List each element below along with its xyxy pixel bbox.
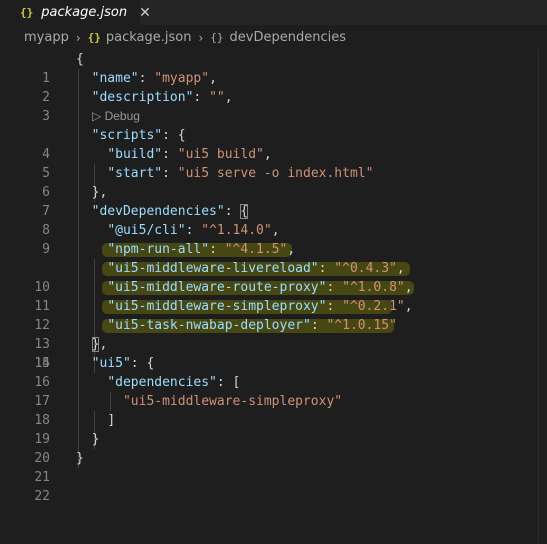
code-line: 17 "dependencies": [ (0, 373, 547, 409)
code-line: 3 "description": "", (0, 88, 547, 124)
chevron-right-icon: › (198, 30, 204, 45)
breadcrumb-symbol[interactable]: devDependencies (230, 30, 346, 45)
code-line: 20 } (0, 430, 547, 466)
code-line: 19 ] (0, 411, 547, 447)
json-key: "npm-run-all" (107, 242, 210, 257)
close-bracket: ] (107, 413, 116, 428)
json-key: "devDependencies" (91, 204, 225, 219)
code-line: 16 "ui5": { (0, 354, 547, 390)
json-key: "description" (91, 90, 194, 105)
code-line: 13 "ui5-middleware-simpleproxy": "^0.2.1… (0, 297, 547, 352)
json-string: "^0.4.3" (334, 261, 397, 276)
json-key: "scripts" (91, 128, 163, 143)
json-key: "dependencies" (107, 375, 217, 390)
open-brace: { (76, 52, 84, 67)
json-key: "ui5" (91, 356, 131, 371)
code-line: 22 (0, 468, 547, 504)
code-line: 14 "ui5-task-nwabap-deployer": "^1.0.15" (0, 316, 547, 371)
code-editor[interactable]: 1 { 2 "name": "myapp", 3 "description": … (0, 50, 547, 542)
code-line: 12 "ui5-middleware-route-proxy": "^1.0.8… (0, 278, 547, 333)
json-file-icon: {} (20, 6, 34, 19)
code-line: 15 }, (0, 335, 547, 371)
close-brace: } (76, 451, 84, 466)
json-string: "" (209, 90, 225, 105)
json-key: "ui5-task-nwabap-deployer" (107, 318, 311, 333)
code-line: 18 "ui5-middleware-simpleproxy" (0, 392, 547, 428)
chevron-right-icon: › (75, 30, 81, 45)
json-file-icon: {} (87, 31, 101, 44)
code-line: 11 "ui5-middleware-livereload": "^0.4.3"… (0, 259, 547, 314)
json-key: "@ui5/cli" (107, 223, 186, 238)
close-icon[interactable]: ✕ (139, 5, 151, 21)
tab-label: package.json (41, 5, 128, 20)
json-string: "^4.1.5" (224, 242, 288, 257)
json-string: "^1.0.8" (342, 280, 405, 295)
matched-brace: { (240, 204, 249, 219)
json-key: "name" (91, 71, 139, 86)
code-line: 2 "name": "myapp", (0, 69, 547, 105)
json-key: "start" (107, 166, 163, 181)
json-string: "ui5-middleware-simpleproxy" (122, 394, 343, 409)
json-key: "build" (107, 147, 163, 162)
debug-codelens[interactable]: ▷ Debug (0, 107, 547, 126)
breadcrumb: myapp › {} package.json › {} devDependen… (0, 25, 547, 50)
debug-codelens-label[interactable]: ▷ Debug (92, 107, 140, 126)
code-line: 8 "devDependencies": { (0, 202, 547, 238)
breadcrumb-file[interactable]: package.json (106, 30, 192, 45)
json-string: "^1.14.0" (201, 223, 272, 238)
json-string: "ui5 serve -o index.html" (177, 166, 374, 181)
object-symbol-icon: {} (210, 31, 224, 44)
code-line: 6 "start": "ui5 serve -o index.html" (0, 164, 547, 200)
tab-package-json[interactable]: {} package.json ✕ (0, 0, 151, 25)
code-line: 4 "scripts": { (0, 126, 547, 162)
line-number: 22 (34, 489, 50, 504)
json-string: "myapp" (154, 71, 210, 86)
code-line: 1 { (0, 50, 547, 86)
json-key: "ui5-middleware-livereload" (107, 261, 319, 276)
tab-bar: {} package.json ✕ (0, 0, 547, 25)
json-key: "ui5-middleware-route-proxy" (107, 280, 327, 295)
breadcrumb-root[interactable]: myapp (24, 30, 69, 45)
code-line: 5 "build": "ui5 build", (0, 145, 547, 181)
json-string: "^1.0.15" (326, 318, 397, 333)
code-line: 9 "@ui5/cli": "^1.14.0", (0, 221, 547, 257)
json-string: "^0.2.1" (342, 299, 405, 314)
json-key: "ui5-middleware-simpleproxy" (107, 299, 327, 314)
json-string: "ui5 build" (177, 147, 264, 162)
vertical-scrollbar[interactable] (538, 50, 547, 542)
close-brace: } (91, 432, 100, 447)
code-line: 7 }, (0, 183, 547, 219)
code-line: 10 "npm-run-all": "^4.1.5", (0, 240, 547, 295)
code-line: 21 } (0, 449, 547, 485)
